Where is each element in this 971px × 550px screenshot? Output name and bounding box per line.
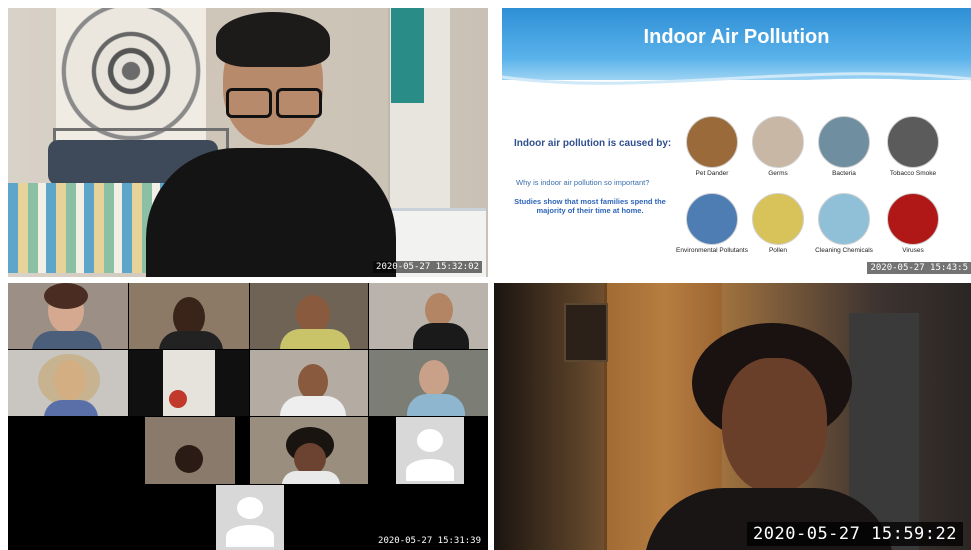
user-avatar-icon [417, 429, 443, 452]
participant-tile[interactable] [129, 350, 249, 416]
slide-heading: Indoor air pollution is caused by: [514, 138, 672, 149]
slide-statement: Studies show that most families spend th… [514, 197, 666, 216]
pollen-icon [752, 193, 804, 245]
item-cleaning-chemicals: Cleaning Chemicals [804, 193, 884, 254]
bacteria-icon [818, 116, 870, 168]
glasses [226, 88, 322, 118]
factory-icon [686, 193, 738, 245]
participant-hair [216, 12, 330, 67]
timestamp: 2020-05-27 15:32:02 [373, 261, 482, 273]
timestamp: 2020-05-27 15:43:5 [867, 262, 971, 274]
speaker-face [722, 358, 827, 493]
participant-tile[interactable] [369, 283, 488, 349]
participant-tile[interactable] [8, 283, 128, 349]
tobacco-smoke-icon [887, 116, 939, 168]
participant-tile[interactable] [145, 417, 235, 484]
participant-tile[interactable] [129, 283, 249, 349]
timestamp: 2020-05-27 15:31:39 [378, 536, 481, 546]
video-tile-student[interactable]: 2020-05-27 15:32:02 [8, 8, 488, 277]
video-tile-speaker[interactable]: 2020-05-27 15:59:22 [494, 283, 971, 550]
participant-tile[interactable] [250, 350, 368, 416]
slide-wave [502, 72, 971, 103]
participant-avatar-placeholder[interactable] [216, 485, 284, 550]
slide-question: Why is indoor air pollution so important… [516, 178, 650, 187]
item-bacteria: Bacteria [804, 116, 884, 177]
user-avatar-icon [237, 496, 263, 519]
wall-picture [564, 303, 608, 362]
participant-avatar-placeholder[interactable] [396, 417, 464, 484]
cleaning-bottles-icon [818, 193, 870, 245]
shared-screen-slide[interactable]: Indoor Air Pollution Indoor air pollutio… [494, 8, 971, 277]
item-tobacco-smoke: Tobacco Smoke [873, 116, 953, 177]
towel [391, 8, 424, 103]
participant-tile[interactable] [369, 350, 488, 416]
participant-tile[interactable] [250, 283, 368, 349]
virus-icon [887, 193, 939, 245]
participant-tile[interactable] [250, 417, 368, 484]
gallery-view[interactable]: 2020-05-27 15:31:39 [8, 283, 488, 550]
germs-icon [752, 116, 804, 168]
pet-dander-icon [686, 116, 738, 168]
participant-shirt [146, 148, 396, 277]
wall-tapestry [56, 8, 206, 148]
slide-title: Indoor Air Pollution [643, 26, 830, 48]
item-viruses: Viruses [873, 193, 953, 254]
participant-tile[interactable] [8, 350, 128, 416]
timestamp: 2020-05-27 15:59:22 [747, 522, 963, 546]
